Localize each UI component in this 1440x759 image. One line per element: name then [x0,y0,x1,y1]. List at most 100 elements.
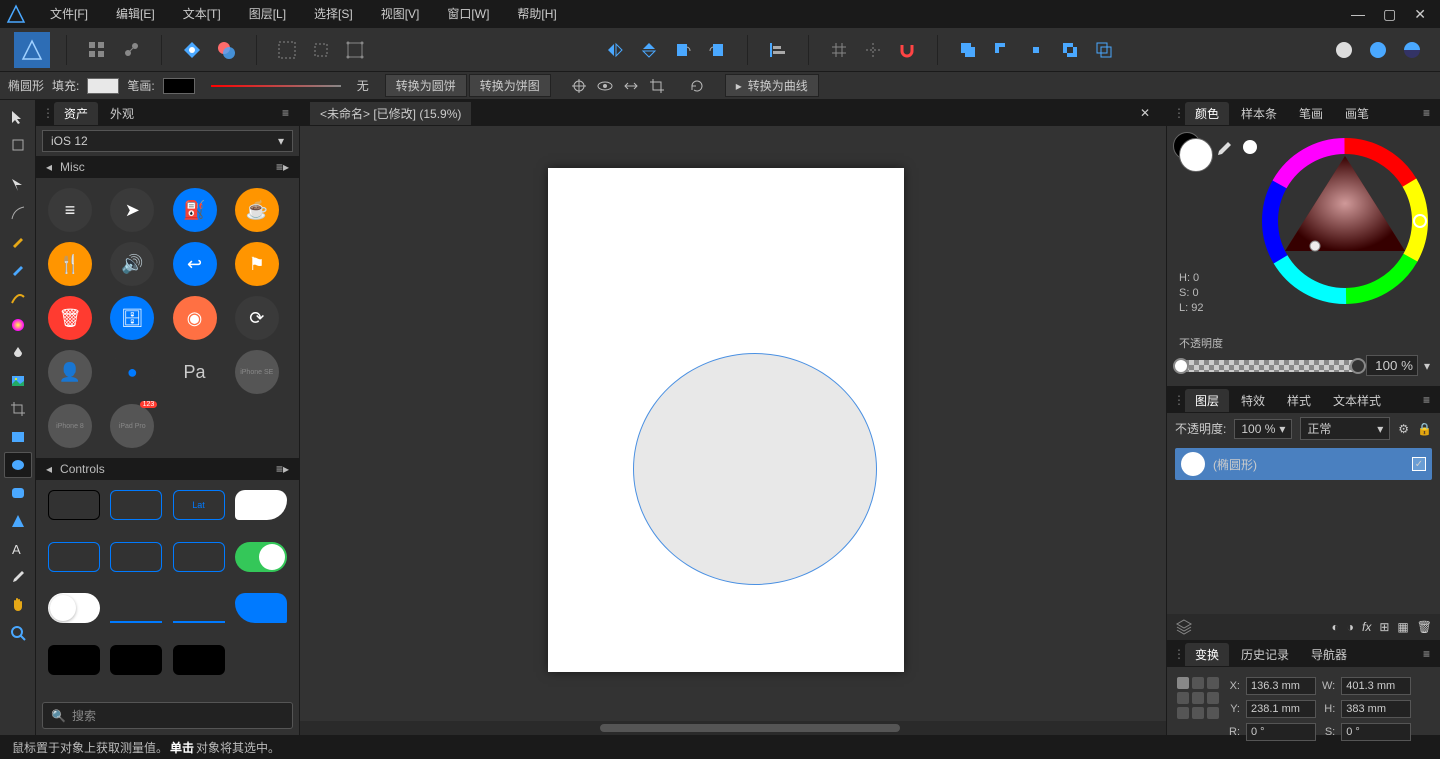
hand-tool-icon[interactable] [4,592,32,618]
tab-color[interactable]: 颜色 [1185,102,1229,125]
mask-icon[interactable]: ◐ [1332,620,1339,634]
boolean-divide-icon[interactable] [1090,36,1118,64]
document-tab[interactable]: <未命名> [已修改] (15.9%) [310,102,471,125]
transparency-tool-icon[interactable] [4,340,32,366]
menu-layer[interactable]: 图层[L] [235,0,300,28]
selection-transform-icon[interactable] [341,36,369,64]
minimize-button[interactable]: — [1351,6,1365,23]
convert-curve-button[interactable]: ▸转换为曲线 [725,74,819,97]
panel-grip-icon[interactable]: ⋮⋮ [1173,393,1183,407]
stroke-swatch[interactable] [163,78,195,94]
anchor-grid[interactable] [1177,677,1219,741]
boolean-add-icon[interactable] [954,36,982,64]
panel-menu-icon[interactable]: ≡ [278,106,293,120]
size-icon[interactable] [619,75,643,97]
ctrl-button-outline[interactable] [110,490,162,520]
asset-avatar-icon[interactable]: 👤 [48,350,92,394]
asset-coffee-icon[interactable]: ☕ [235,188,279,232]
ctrl-button-dark[interactable] [48,490,100,520]
selection-grid-icon[interactable] [273,36,301,64]
asset-fingerprint-icon[interactable]: ◉ [173,296,217,340]
panel-grip-icon[interactable]: ⋮⋮ [1173,106,1183,120]
category-misc-header[interactable]: ◂Misc ≡▸ [36,156,299,178]
link-icon[interactable] [117,36,145,64]
group-icon[interactable]: ▦ [1397,620,1408,634]
grid-view-icon[interactable] [83,36,111,64]
tab-styles[interactable]: 样式 [1277,389,1321,412]
asset-applepay-icon[interactable]: Pa [173,350,217,394]
asset-iphone-se-icon[interactable]: iPhone SE [235,350,279,394]
crop-icon[interactable] [645,75,669,97]
paint-tool-icon[interactable] [4,284,32,310]
fill-swatch[interactable] [87,78,119,94]
tab-navigator[interactable]: 导航器 [1301,643,1357,666]
layer-visibility-checkbox[interactable]: ✓ [1412,457,1426,471]
eyedropper-icon[interactable] [1215,140,1235,160]
sample-swatch[interactable] [1243,140,1257,154]
transform-w-input[interactable] [1341,677,1411,695]
asset-archive-icon[interactable]: 🗄 [110,296,154,340]
origin-icon[interactable] [567,75,591,97]
ctrl-slider-2[interactable] [173,593,225,623]
ctrl-button-label[interactable]: Lat [173,490,225,520]
asset-flag-icon[interactable]: ⚑ [235,242,279,286]
triangle-tool-icon[interactable] [4,508,32,534]
layers-panel-menu-icon[interactable]: ≡ [1419,393,1434,407]
rotate-ccw-icon[interactable] [669,36,697,64]
adjustment-icon[interactable]: ◑ [1347,620,1354,634]
ctrl-dark-3[interactable] [173,645,225,675]
move-tool-icon[interactable] [4,104,32,130]
add-layer-icon[interactable]: ⊞ [1379,620,1389,634]
category-controls-menu-icon[interactable]: ≡▸ [276,462,289,476]
opacity-slider[interactable] [1179,360,1360,372]
asset-trash-icon[interactable]: 🗑 [48,296,92,340]
menu-help[interactable]: 帮助[H] [503,0,570,28]
tab-appearance[interactable]: 外观 [100,102,144,125]
selection-crop-icon[interactable] [307,36,335,64]
persona-pixel-icon[interactable] [1364,36,1392,64]
asset-search-input[interactable]: 🔍 搜索 [42,702,293,729]
layer-row-ellipse[interactable]: (椭圆形) ✓ [1175,448,1432,480]
magnet-icon[interactable] [893,36,921,64]
transform-y-input[interactable] [1246,700,1316,718]
artboard[interactable] [548,168,904,672]
tab-layers[interactable]: 图层 [1185,389,1229,412]
convert-pie-button[interactable]: 转换为饼图 [469,74,551,97]
asset-reply-icon[interactable]: ↩ [173,242,217,286]
rounded-rect-tool-icon[interactable] [4,480,32,506]
opacity-input[interactable] [1366,355,1418,376]
zoom-tool-icon[interactable] [4,620,32,646]
asset-sound-icon[interactable]: 🔊 [110,242,154,286]
asset-fuel-icon[interactable]: ⛽ [173,188,217,232]
tab-fx[interactable]: 特效 [1231,389,1275,412]
tab-brush[interactable]: 画笔 [1335,102,1379,125]
category-controls-header[interactable]: ◂Controls ≡▸ [36,458,299,480]
stroke-width-slider[interactable] [211,85,341,87]
tab-swatches[interactable]: 样本条 [1231,102,1287,125]
ellipse-tool-icon[interactable] [4,452,32,478]
menu-window[interactable]: 窗口[W] [433,0,503,28]
artboard-tool-icon[interactable] [4,132,32,158]
image-tool-icon[interactable] [4,368,32,394]
rotate-cw-icon[interactable] [703,36,731,64]
ellipse-shape[interactable] [633,353,877,585]
close-window-button[interactable]: ✕ [1414,6,1426,23]
layer-opacity-dropdown[interactable]: 100 %▾ [1234,419,1292,439]
fill-stroke-swatches[interactable] [1179,138,1213,172]
ctrl-dark-2[interactable] [110,645,162,675]
snap-guides-icon[interactable] [859,36,887,64]
transform-panel-menu-icon[interactable]: ≡ [1419,647,1434,661]
ctrl-input-2[interactable] [110,542,162,572]
delete-layer-icon[interactable]: 🗑 [1417,620,1432,634]
boolean-intersect-icon[interactable] [1022,36,1050,64]
ctrl-bubble[interactable] [235,490,287,520]
asset-iphone-8-icon[interactable]: iPhone 8 [48,404,92,448]
eyedropper-tool-icon[interactable] [4,564,32,590]
ctrl-toggle-off[interactable] [48,593,100,623]
ctrl-toggle-on[interactable] [235,542,287,572]
asset-preset-dropdown[interactable]: iOS 12▾ [42,130,293,152]
transform-h-input[interactable] [1341,700,1411,718]
menu-edit[interactable]: 编辑[E] [102,0,169,28]
layers-icon[interactable] [1175,618,1193,636]
asset-loading-icon[interactable]: ⟳ [235,296,279,340]
